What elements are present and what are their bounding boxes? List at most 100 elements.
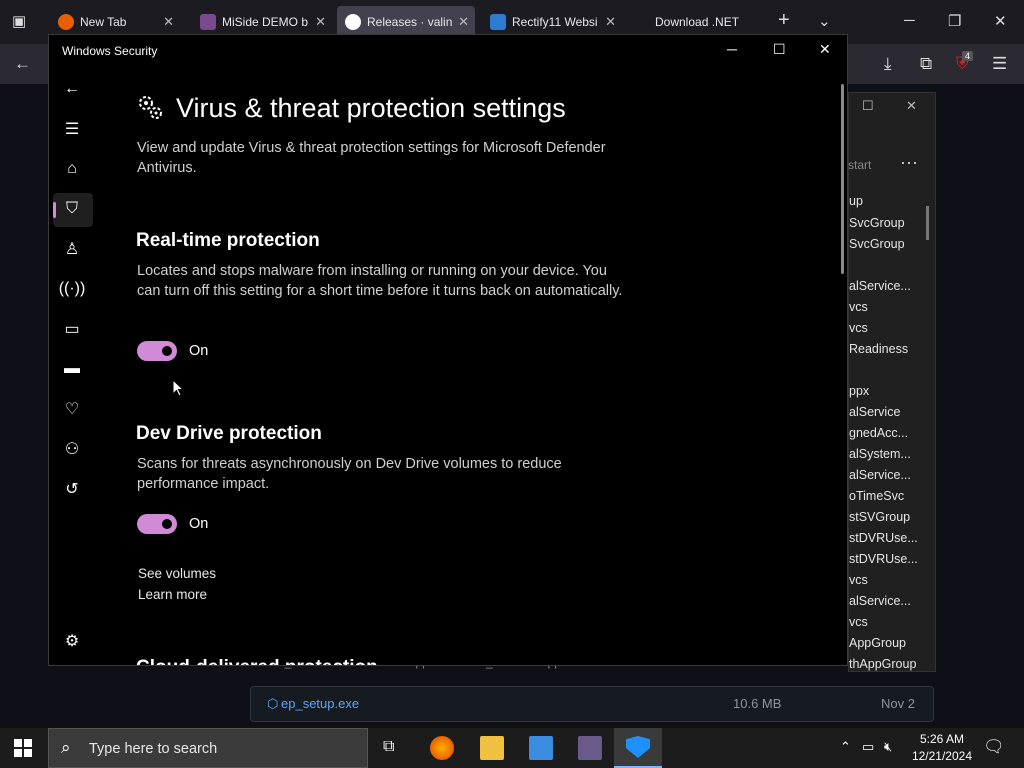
service-list-item[interactable]: stDVRUse... — [849, 531, 918, 545]
hamburger-menu-icon[interactable]: ☰ — [61, 118, 83, 140]
package-icon: ⬡ — [267, 696, 279, 711]
menu-icon[interactable]: ☰ — [992, 54, 1007, 74]
settings-gears-icon — [139, 96, 162, 119]
nav-active-indicator — [53, 202, 56, 218]
network-tray-icon[interactable]: ▭ — [862, 739, 874, 755]
extension-badge: 4 — [962, 51, 974, 61]
download-icon[interactable]: ⤓ — [884, 54, 892, 74]
windows-security-taskbar-button[interactable] — [614, 728, 662, 768]
extensions-icon[interactable]: ⧉ — [920, 54, 932, 74]
service-list-item[interactable]: vcs — [849, 300, 868, 314]
services-scrollbar[interactable] — [926, 206, 929, 240]
service-list-item[interactable]: vcs — [849, 321, 868, 335]
tab-label: Releases · valin — [367, 15, 453, 29]
service-list-item[interactable]: stDVRUse... — [849, 552, 918, 566]
close-icon[interactable]: ✕ — [906, 98, 917, 114]
service-list-item[interactable]: alService... — [849, 468, 911, 482]
page-description: View and update Virus & threat protectio… — [137, 140, 606, 176]
shield-icon[interactable]: ⛉ — [61, 198, 83, 220]
see-volumes-link[interactable]: See volumes — [138, 566, 216, 581]
clock-date: 12/21/2024 — [911, 749, 972, 763]
realtime-protection-toggle[interactable] — [137, 341, 177, 361]
taskbar: ⌕ Type here to search ⧉ ⌃ ▭ 🔇︎ 5:26 AM 1… — [0, 728, 1024, 768]
cloud-protection-title: Cloud-delivered protection — [136, 657, 378, 665]
minimize-icon[interactable]: ─ — [904, 12, 915, 29]
anime-app-icon[interactable] — [578, 736, 602, 760]
mouse-cursor-icon — [172, 379, 184, 397]
next-section-clip: Cloud-delivered protection — [136, 655, 436, 665]
download-filename[interactable]: ep_setup.exe — [281, 696, 359, 711]
service-list-item[interactable]: SvcGroup — [849, 237, 905, 251]
dev-drive-protection-toggle[interactable] — [137, 514, 177, 534]
windows-security-window: Windows Security ─ ☐ ✕ ← ☰ ⌂ ⛉ ♙ ((·)) ▭… — [48, 34, 848, 666]
service-list-item[interactable]: oTimeSvc — [849, 489, 904, 503]
service-list-item[interactable]: vcs — [849, 573, 868, 587]
back-arrow-icon[interactable]: ← — [14, 54, 31, 74]
miside-icon — [200, 14, 216, 30]
settings-gear-icon[interactable]: ⚙ — [61, 630, 83, 652]
close-icon[interactable]: ✕ — [994, 12, 1007, 30]
page-title: Virus & threat protection settings — [176, 93, 566, 123]
service-list-item[interactable]: alService... — [849, 594, 911, 608]
firefox-icon — [58, 14, 74, 30]
service-list-item[interactable]: AppGroup — [849, 636, 906, 650]
volume-muted-icon[interactable]: 🔇︎ — [884, 739, 892, 755]
restore-icon[interactable]: ☐ — [862, 98, 874, 114]
service-list-item[interactable]: gnedAcc... — [849, 426, 908, 440]
task-view-icon[interactable]: ⧉ — [383, 738, 394, 756]
device-security-icon[interactable]: ▬ — [61, 358, 83, 380]
person-icon[interactable]: ♙ — [61, 238, 83, 260]
download-size: 10.6 MB — [733, 696, 782, 711]
download-row[interactable]: ⬡ ep_setup.exe 10.6 MB Nov 2 — [250, 686, 934, 722]
service-list-item[interactable]: SvcGroup — [849, 216, 905, 230]
tab-list-icon[interactable]: ▣ — [12, 12, 26, 30]
history-icon[interactable]: ↺ — [61, 478, 83, 500]
tab-label: New Tab — [80, 15, 127, 29]
service-list-item[interactable]: vcs — [849, 615, 868, 629]
more-icon[interactable]: ··· — [900, 152, 918, 173]
tab-label: Download .NET — [655, 15, 740, 29]
new-tab-icon[interactable]: + — [778, 9, 790, 32]
start-label: start — [848, 158, 872, 172]
notifications-icon[interactable]: 🗨︎ — [983, 737, 1005, 757]
maximize-icon[interactable]: ☐ — [773, 41, 786, 58]
close-icon[interactable]: ✕ — [605, 14, 616, 30]
close-icon[interactable]: ✕ — [163, 14, 174, 30]
firefox-taskbar-icon[interactable] — [430, 736, 454, 760]
close-icon[interactable]: ✕ — [315, 14, 326, 30]
clock-time: 5:26 AM — [919, 732, 964, 746]
title-bar[interactable]: Windows Security ─ ☐ ✕ — [49, 35, 847, 67]
taskbar-clock[interactable]: 5:26 AM 12/21/2024 — [912, 731, 972, 765]
chevron-down-icon[interactable]: ⌄ — [818, 12, 831, 30]
minimize-icon[interactable]: ─ — [727, 41, 737, 57]
photos-icon[interactable] — [529, 736, 553, 760]
close-icon[interactable]: ✕ — [458, 14, 469, 30]
service-list-item[interactable]: Readiness — [849, 342, 908, 356]
service-list-item[interactable]: stSVGroup — [849, 510, 910, 524]
window-title: Windows Security — [62, 44, 158, 58]
learn-more-link[interactable]: Learn more — [138, 587, 207, 602]
app-browser-icon[interactable]: ▭ — [61, 318, 83, 340]
realtime-protection-description: Locates and stops malware from installin… — [137, 263, 623, 299]
service-list-item[interactable]: ppx — [849, 384, 869, 398]
service-list-item[interactable]: up — [849, 194, 863, 208]
dev-drive-protection-title: Dev Drive protection — [136, 423, 322, 444]
chevron-up-icon[interactable]: ⌃ — [840, 739, 851, 755]
content-scrollbar[interactable] — [841, 84, 844, 274]
realtime-protection-title: Real-time protection — [136, 230, 320, 251]
heart-pulse-icon[interactable]: ♡ — [61, 398, 83, 420]
service-list-item[interactable]: alSystem... — [849, 447, 911, 461]
close-icon[interactable]: ✕ — [819, 41, 831, 58]
network-icon[interactable]: ((·)) — [59, 278, 86, 300]
windows-start-icon[interactable] — [14, 739, 32, 757]
home-icon[interactable]: ⌂ — [61, 158, 83, 180]
file-explorer-icon[interactable] — [480, 736, 504, 760]
tab-label: Rectify11 Websi — [512, 15, 598, 29]
shield-icon — [626, 736, 650, 758]
service-list-item[interactable]: alService — [849, 405, 900, 419]
family-icon[interactable]: ⚇ — [61, 438, 83, 460]
taskbar-search[interactable]: ⌕ Type here to search — [48, 728, 368, 768]
restore-icon[interactable]: ❐ — [948, 12, 961, 30]
service-list-item[interactable]: alService... — [849, 279, 911, 293]
back-arrow-icon[interactable]: ← — [61, 78, 83, 100]
